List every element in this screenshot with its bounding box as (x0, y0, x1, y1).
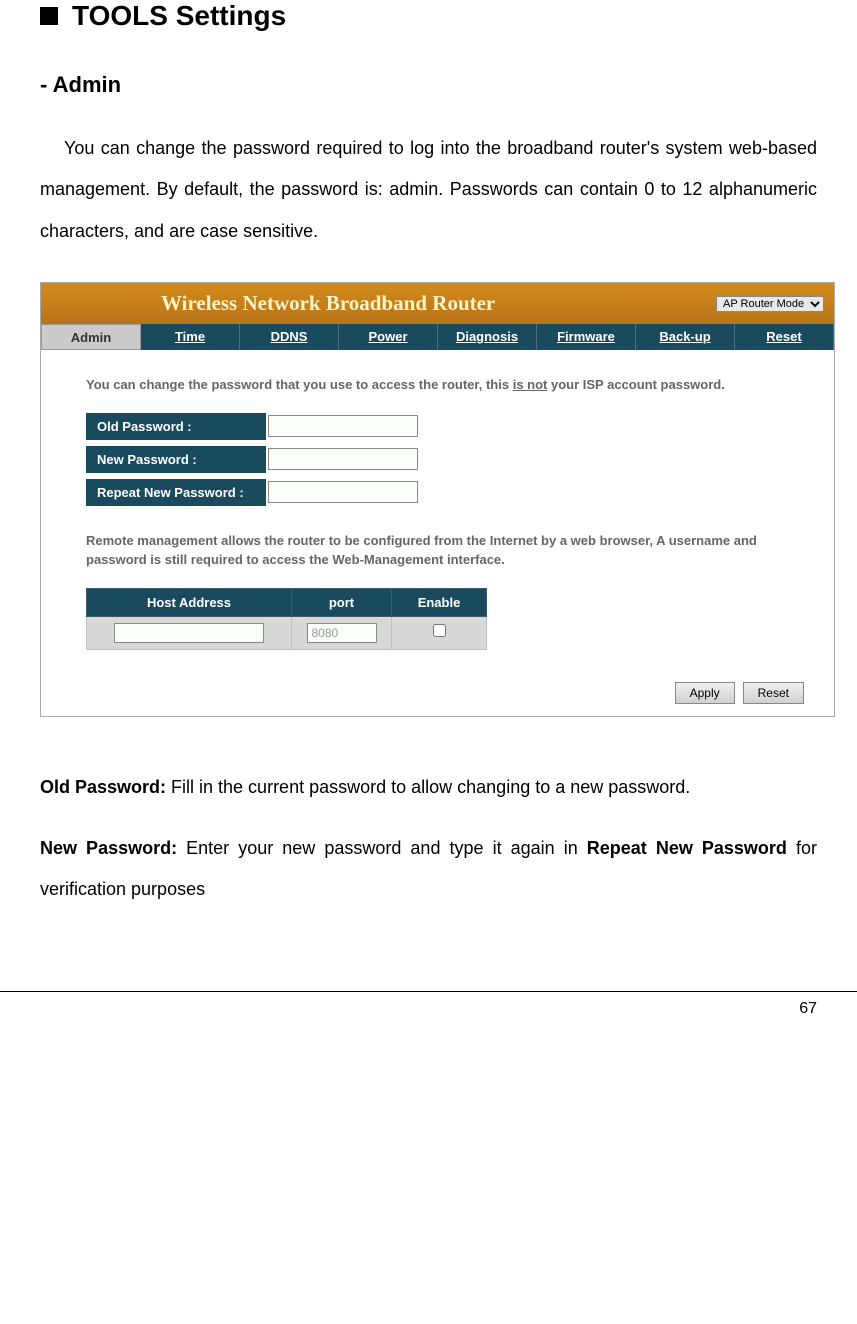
new-password-desc: Enter your new password and type it agai… (177, 838, 587, 858)
enable-header: Enable (392, 588, 487, 616)
nav-firmware[interactable]: Firmware (537, 324, 636, 350)
intro-paragraph: You can change the password required to … (40, 128, 817, 252)
nav-diagnosis[interactable]: Diagnosis (438, 324, 537, 350)
old-password-row: Old Password : (86, 413, 814, 440)
new-password-row: New Password : (86, 446, 814, 473)
new-password-term: New Password: (40, 838, 177, 858)
main-heading: TOOLS Settings (40, 0, 817, 32)
repeat-term: Repeat New Password (587, 838, 787, 858)
password-fields: Old Password : New Password : Repeat New… (86, 413, 814, 506)
remote-management-table: Host Address port Enable (86, 588, 487, 650)
apply-button[interactable]: Apply (675, 682, 735, 704)
enable-checkbox[interactable] (433, 624, 446, 637)
new-password-label: New Password : (86, 446, 266, 473)
reset-button[interactable]: Reset (743, 682, 804, 704)
host-address-input[interactable] (114, 623, 264, 643)
nav-ddns[interactable]: DDNS (240, 324, 339, 350)
bullet-square-icon (40, 7, 58, 25)
nav-time[interactable]: Time (141, 324, 240, 350)
router-header: Wireless Network Broadband Router AP Rou… (41, 283, 834, 324)
info-part1: You can change the password that you use… (86, 377, 513, 392)
table-row (87, 616, 487, 649)
page-number: 67 (799, 1000, 817, 1017)
port-header: port (292, 588, 392, 616)
old-password-definition: Old Password: Fill in the current passwo… (40, 767, 817, 808)
content-area: You can change the password that you use… (41, 350, 834, 670)
old-password-input[interactable] (268, 415, 418, 437)
nav-power[interactable]: Power (339, 324, 438, 350)
host-header: Host Address (87, 588, 292, 616)
router-title: Wireless Network Broadband Router (161, 291, 495, 316)
router-ui-screenshot: Wireless Network Broadband Router AP Rou… (40, 282, 835, 717)
sub-heading: - Admin (40, 72, 817, 98)
repeat-password-row: Repeat New Password : (86, 479, 814, 506)
remote-info-text: Remote management allows the router to b… (86, 531, 814, 570)
page-footer: 67 (0, 991, 857, 1038)
info-part2: your ISP account password. (547, 377, 724, 392)
nav-admin[interactable]: Admin (41, 324, 141, 350)
repeat-password-label: Repeat New Password : (86, 479, 266, 506)
heading-text: TOOLS Settings (72, 0, 286, 32)
old-password-term: Old Password: (40, 777, 166, 797)
old-password-desc: Fill in the current password to allow ch… (166, 777, 690, 797)
new-password-input[interactable] (268, 448, 418, 470)
old-password-label: Old Password : (86, 413, 266, 440)
new-password-definition: New Password: Enter your new password an… (40, 828, 817, 911)
nav-bar: Admin Time DDNS Power Diagnosis Firmware… (41, 324, 834, 350)
nav-backup[interactable]: Back-up (636, 324, 735, 350)
repeat-password-input[interactable] (268, 481, 418, 503)
mode-select[interactable]: AP Router Mode (716, 296, 824, 312)
nav-reset[interactable]: Reset (735, 324, 834, 350)
password-info-text: You can change the password that you use… (86, 375, 814, 395)
button-row: Apply Reset (41, 670, 834, 716)
info-underline: is not (513, 377, 548, 392)
port-input[interactable] (307, 623, 377, 643)
